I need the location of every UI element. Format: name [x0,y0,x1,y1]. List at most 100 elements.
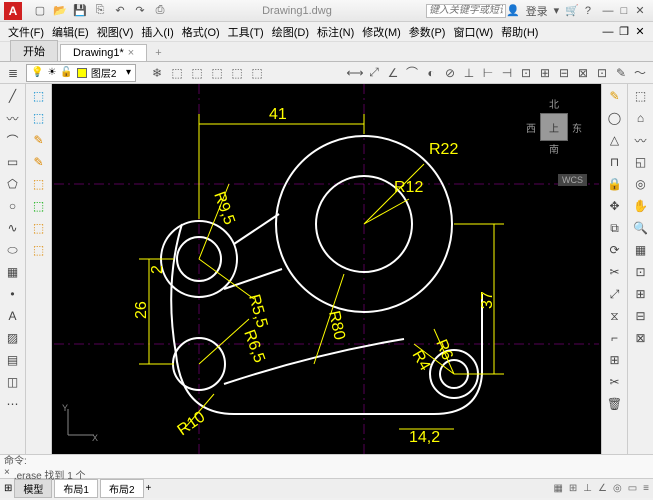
annot-tool-icon[interactable]: ⬚ [29,218,49,238]
layer-tool-icon[interactable]: ⬚ [168,64,186,82]
mod-icon[interactable]: ◯ [605,108,625,128]
dim-tool-icon[interactable]: ⊟ [555,64,573,82]
hatch-tool-icon[interactable]: ▦ [3,262,23,282]
region-tool-icon[interactable]: ▨ [3,328,23,348]
dim-cont-icon[interactable]: ⊣ [498,64,516,82]
wcs-badge[interactable]: WCS [558,174,587,186]
saveall-icon[interactable]: ⎘ [92,3,108,19]
open-icon[interactable]: 📂 [52,3,68,19]
save-icon[interactable]: 💾 [72,3,88,19]
dim-aligned-icon[interactable]: ⤢ [365,64,383,82]
layer-tool-icon[interactable]: ⬚ [188,64,206,82]
fillet-icon[interactable]: ⌐ [605,328,625,348]
layout-grip-icon[interactable]: ⊞ [4,483,12,494]
spline-tool-icon[interactable]: ∿ [3,218,23,238]
menu-edit[interactable]: 编辑(E) [50,24,91,40]
view-cube[interactable]: 北 西 上 东 南 [519,96,589,166]
dim-diameter-icon[interactable]: ⊘ [441,64,459,82]
dim-arc-icon[interactable]: ⌒ [403,64,421,82]
rect-tool-icon[interactable]: ▭ [3,152,23,172]
nav-icon[interactable]: ⬚ [631,86,651,106]
status-toggle-icon[interactable]: ▭ [628,483,637,494]
status-toggle-icon[interactable]: ▦ [553,483,562,494]
close-icon[interactable]: ✕ [633,4,647,18]
dim-tool-icon[interactable]: ⊠ [574,64,592,82]
menu-draw[interactable]: 绘图(D) [270,24,311,40]
annot-tool-icon[interactable]: ⬚ [29,108,49,128]
minimize-icon[interactable]: — [601,4,615,18]
more-tool-icon[interactable]: ⋯ [3,394,23,414]
xref-icon[interactable]: ⊟ [631,306,651,326]
circle-tool-icon[interactable]: ○ [3,196,23,216]
layer-tool-icon[interactable]: ⬚ [228,64,246,82]
menu-file[interactable]: 文件(F) [6,24,46,40]
undo-icon[interactable]: ↶ [112,3,128,19]
lock-icon[interactable]: 🔒 [605,174,625,194]
status-toggle-icon[interactable]: ⊞ [569,483,577,494]
doc-restore-icon[interactable]: ❐ [617,25,631,39]
dropdown-icon[interactable]: ▾ [554,4,560,17]
viewcube-north[interactable]: 北 [549,96,559,111]
menu-help[interactable]: 帮助(H) [499,24,540,40]
dim-tool-icon[interactable]: 〜 [631,64,649,82]
home-icon[interactable]: ⌂ [631,108,651,128]
annot-tool-icon[interactable]: ⬚ [29,240,49,260]
dim-linear-icon[interactable]: ⟷ [346,64,364,82]
grid-icon[interactable]: ▦ [631,240,651,260]
layer-tool-icon[interactable]: ⬚ [208,64,226,82]
menu-tools[interactable]: 工具(T) [226,24,266,40]
xref-icon[interactable]: ⊞ [631,284,651,304]
menu-window[interactable]: 窗口(W) [451,24,495,40]
orbit-icon[interactable]: ◎ [631,174,651,194]
mod-icon[interactable]: ⊓ [605,152,625,172]
annot-tool-icon[interactable]: ⬚ [29,196,49,216]
pencil-icon[interactable]: ✎ [605,86,625,106]
copy-icon[interactable]: ⧉ [605,218,625,238]
doc-close-icon[interactable]: ✕ [633,25,647,39]
line-tool-icon[interactable]: ╱ [3,86,23,106]
tab-layout2[interactable]: 布局2 [100,479,144,498]
arc-tool-icon[interactable]: ⌒ [3,130,23,150]
polygon-tool-icon[interactable]: ⬠ [3,174,23,194]
ellipse-tool-icon[interactable]: ⬭ [3,240,23,260]
plot-icon[interactable]: ⎙ [152,3,168,19]
pulse-icon[interactable]: 〰 [631,130,651,150]
drawing-canvas[interactable]: 41 R22 R12 R9,5 R5,5 R6,5 R80 R4 R6 R10 … [52,84,601,454]
move-icon[interactable]: ✥ [605,196,625,216]
annot-tool-icon[interactable]: ⬚ [29,86,49,106]
trim-icon[interactable]: ✂ [605,262,625,282]
menu-dim[interactable]: 标注(N) [315,24,356,40]
viewcube-top[interactable]: 上 [540,113,568,141]
status-toggle-icon[interactable]: ⊥ [583,483,592,494]
annot-tool-icon[interactable]: ✎ [29,152,49,172]
dim-tool-icon[interactable]: ⊞ [536,64,554,82]
help-icon[interactable]: ? [585,5,591,17]
pan-icon[interactable]: ✋ [631,196,651,216]
doc-minimize-icon[interactable]: — [601,25,615,39]
layer-tool-icon[interactable]: ❄ [148,64,166,82]
constr-icon[interactable]: ⊡ [631,262,651,282]
tab-model[interactable]: 模型 [14,479,52,498]
layer-props-icon[interactable]: ≣ [4,64,22,82]
viewcube-east[interactable]: 东 [572,120,582,135]
command-line[interactable]: 命令: ×.erase 找到 1 个 [0,454,653,478]
pline-tool-icon[interactable]: 〰 [3,108,23,128]
login-link[interactable]: 登录 [526,3,548,19]
dim-ord-icon[interactable]: ⊥ [460,64,478,82]
tab-layout1[interactable]: 布局1 [54,479,98,498]
scissors-icon[interactable]: ✂ [605,372,625,392]
status-toggle-icon[interactable]: ≡ [643,483,649,494]
text-tool-icon[interactable]: A [3,306,23,326]
array-icon[interactable]: ⊞ [605,350,625,370]
dim-tool-icon[interactable]: ⊡ [517,64,535,82]
maximize-icon[interactable]: □ [617,4,631,18]
rotate-icon[interactable]: ⟳ [605,240,625,260]
user-icon[interactable]: 👤 [506,4,520,17]
menu-modify[interactable]: 修改(M) [360,24,403,40]
zoom-icon[interactable]: 🔍 [631,218,651,238]
dim-base-icon[interactable]: ⊢ [479,64,497,82]
tab-add-layout[interactable]: + [146,483,152,494]
mod-icon[interactable]: △ [605,130,625,150]
menu-insert[interactable]: 插入(I) [139,24,175,40]
dim-radius-icon[interactable]: ◐ [422,64,440,82]
